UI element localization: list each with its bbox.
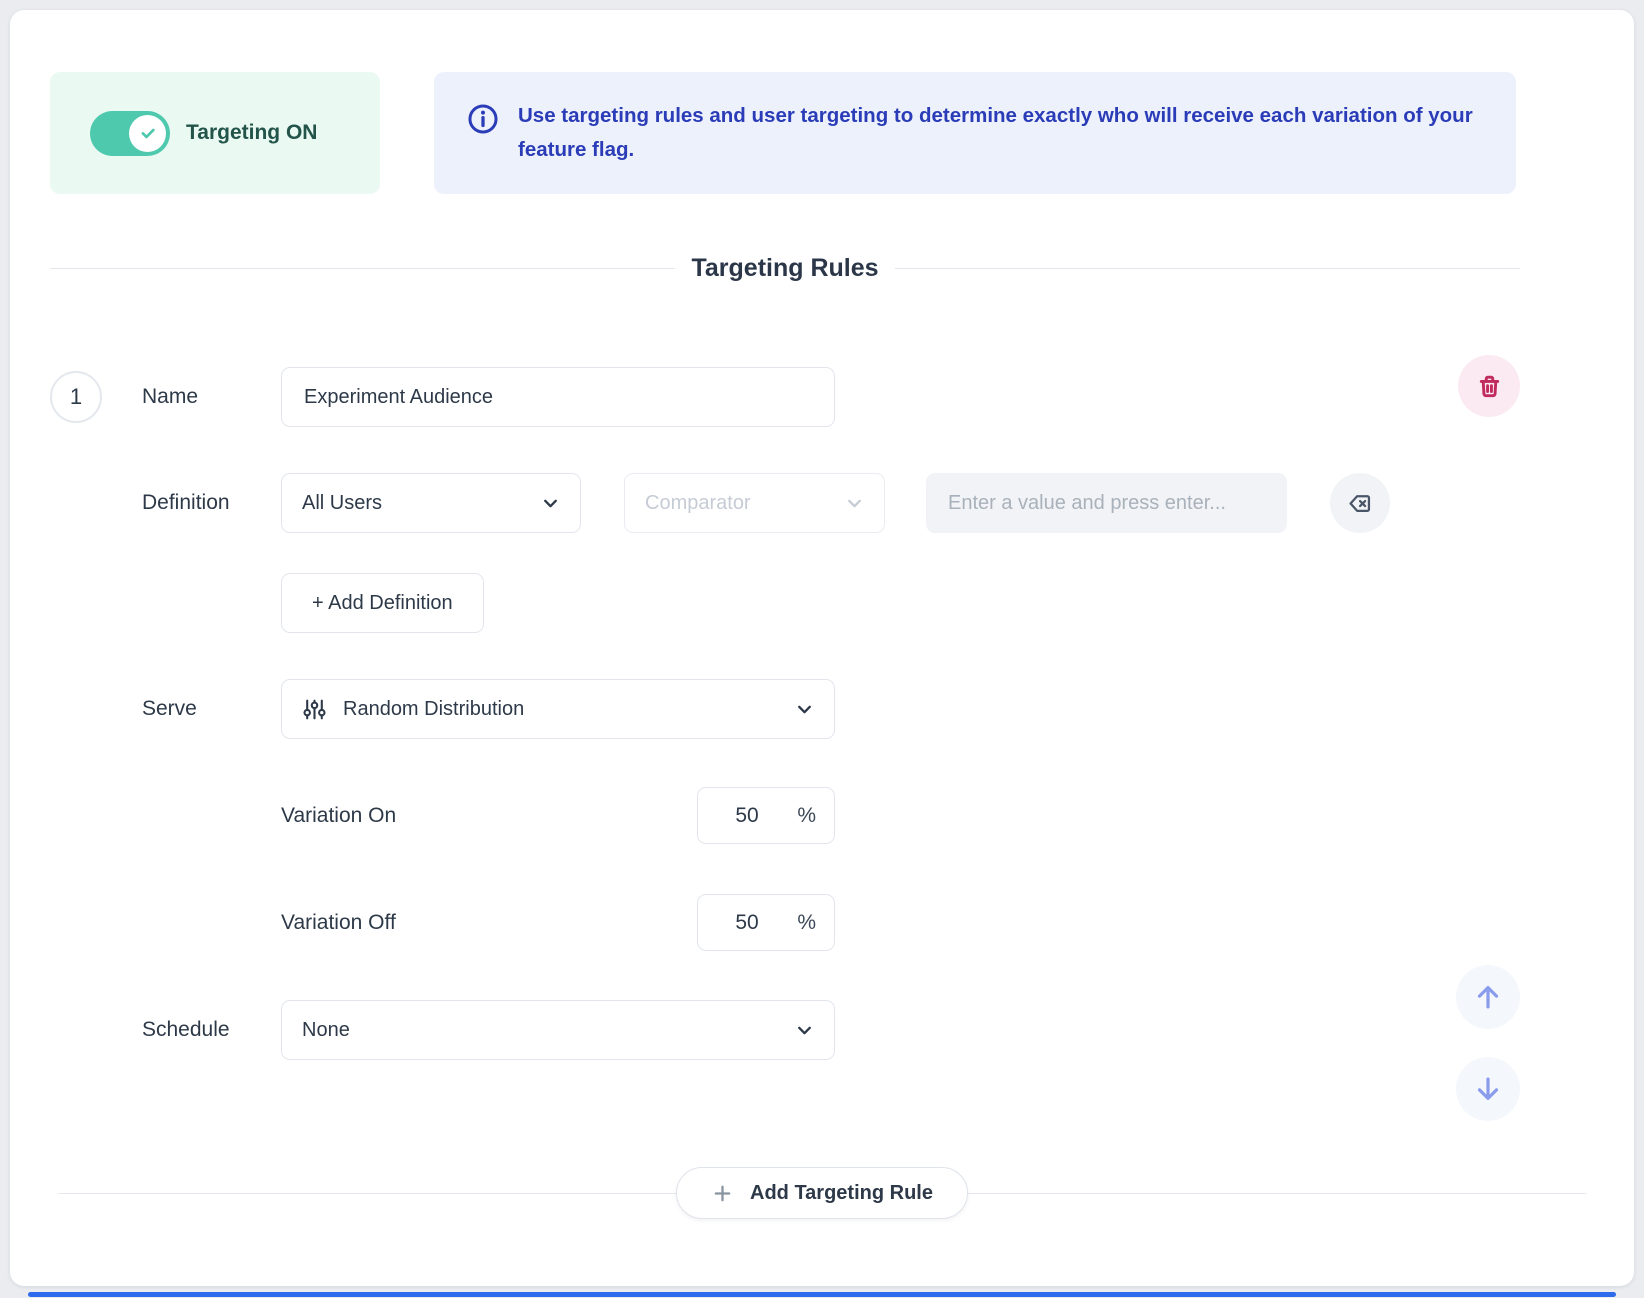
targeting-toggle-label: Targeting ON — [186, 121, 317, 145]
definition-property-select[interactable]: All Users — [281, 473, 581, 533]
percent-sign: % — [797, 804, 816, 828]
section-title: Targeting Rules — [691, 254, 878, 283]
variation-on-row: Variation On % — [50, 787, 1594, 844]
rule-schedule-row: Schedule None — [50, 1000, 1594, 1060]
section-title-row: Targeting Rules — [50, 254, 1520, 283]
definition-value-input[interactable] — [926, 473, 1287, 533]
variation-off-input[interactable] — [716, 911, 778, 935]
plus-icon — [711, 1182, 734, 1205]
add-targeting-rule-label: Add Targeting Rule — [750, 1182, 933, 1205]
trash-icon — [1475, 372, 1504, 401]
targeting-page: Targeting ON Use targeting rules and use… — [0, 0, 1644, 1298]
arrow-up-icon — [1471, 980, 1505, 1014]
definition-comparator-select[interactable]: Comparator — [624, 473, 885, 533]
variation-on-label: Variation On — [281, 804, 697, 828]
arrow-down-icon — [1471, 1072, 1505, 1106]
move-rule-up-button[interactable] — [1456, 965, 1520, 1029]
rule-name-row: 1 Name — [50, 367, 1594, 427]
chevron-down-icon — [541, 494, 560, 513]
check-icon — [137, 122, 159, 144]
serve-label: Serve — [142, 697, 281, 721]
move-rule-down-button[interactable] — [1456, 1057, 1520, 1121]
info-banner-text: Use targeting rules and user targeting t… — [518, 99, 1484, 167]
variation-on-field: % — [697, 787, 835, 844]
definition-property-value: All Users — [302, 492, 382, 515]
add-definition-button[interactable]: + Add Definition — [281, 573, 484, 633]
rule-serve-row: Serve Random Distribution — [50, 679, 1594, 739]
variation-off-label: Variation Off — [281, 911, 697, 935]
clear-value-button[interactable] — [1330, 473, 1390, 533]
backspace-icon — [1347, 490, 1374, 517]
percent-sign: % — [797, 911, 816, 935]
targeting-toggle-card: Targeting ON — [50, 72, 380, 194]
header-row: Targeting ON Use targeting rules and use… — [50, 72, 1594, 194]
info-banner: Use targeting rules and user targeting t… — [434, 72, 1516, 194]
name-label: Name — [142, 385, 281, 409]
variation-off-row: Variation Off % — [50, 894, 1594, 951]
delete-rule-button[interactable] — [1458, 355, 1520, 417]
targeting-toggle[interactable] — [90, 111, 170, 156]
targeting-card: Targeting ON Use targeting rules and use… — [10, 10, 1634, 1286]
chevron-down-icon — [795, 700, 814, 719]
rule-number-badge: 1 — [50, 371, 102, 423]
schedule-label: Schedule — [142, 1018, 281, 1042]
add-targeting-rule-button[interactable]: Add Targeting Rule — [676, 1167, 968, 1219]
bottom-scroll-indicator[interactable] — [28, 1292, 1616, 1297]
divider-line-right — [895, 268, 1520, 269]
variation-on-input[interactable] — [716, 804, 778, 828]
variation-off-field: % — [697, 894, 835, 951]
serve-value: Random Distribution — [343, 698, 524, 721]
chevron-down-icon — [845, 494, 864, 513]
rule-name-input[interactable] — [281, 367, 835, 427]
info-circle-icon — [466, 102, 500, 136]
footer-row: Add Targeting Rule — [50, 1167, 1594, 1219]
add-definition-row: + Add Definition — [50, 573, 1594, 633]
divider-line-left — [50, 268, 675, 269]
rule-definition-row: Definition All Users Comparator — [50, 473, 1594, 533]
toggle-knob — [129, 115, 166, 152]
definition-label: Definition — [142, 491, 281, 515]
sliders-icon — [302, 697, 327, 722]
schedule-select[interactable]: None — [281, 1000, 835, 1060]
chevron-down-icon — [795, 1021, 814, 1040]
comparator-placeholder: Comparator — [645, 492, 751, 515]
schedule-value: None — [302, 1019, 350, 1042]
serve-select[interactable]: Random Distribution — [281, 679, 835, 739]
